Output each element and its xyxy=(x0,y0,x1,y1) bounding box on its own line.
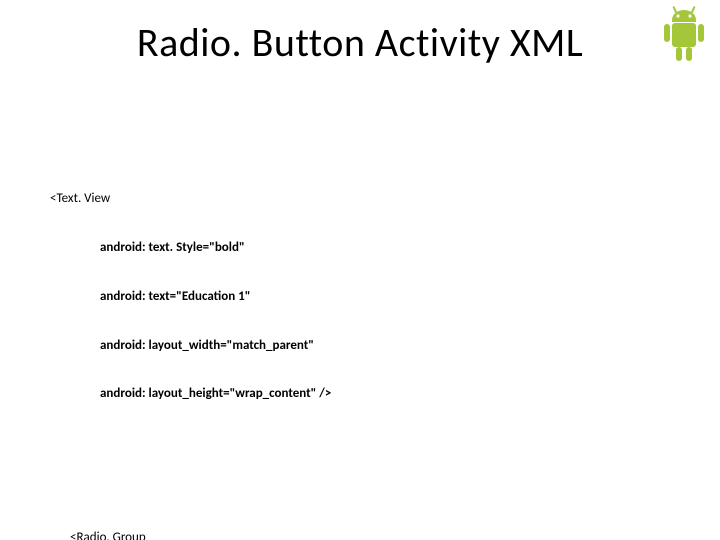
code-line: android: layout_width="match_parent" xyxy=(50,338,346,354)
code-line: android: text. Style="bold" xyxy=(50,240,346,256)
code-line: <Text. View xyxy=(50,191,346,207)
page-title: Radio. Button Activity XML xyxy=(0,18,720,67)
textview-block: <Text. View android: text. Style="bold" … xyxy=(50,159,346,435)
code-block: <Text. View android: text. Style="bold" … xyxy=(50,110,346,540)
android-icon xyxy=(656,6,712,70)
slide: Radio. Button Activity XML xyxy=(0,0,720,540)
code-line: android: layout_height="wrap_content" /> xyxy=(50,386,346,402)
code-line: android: text="Education 1" xyxy=(50,289,346,305)
code-line: <Radio. Group xyxy=(70,530,346,540)
radiogroup-open-block: <Radio. Group android: id="@+id/groupedu… xyxy=(50,498,346,540)
